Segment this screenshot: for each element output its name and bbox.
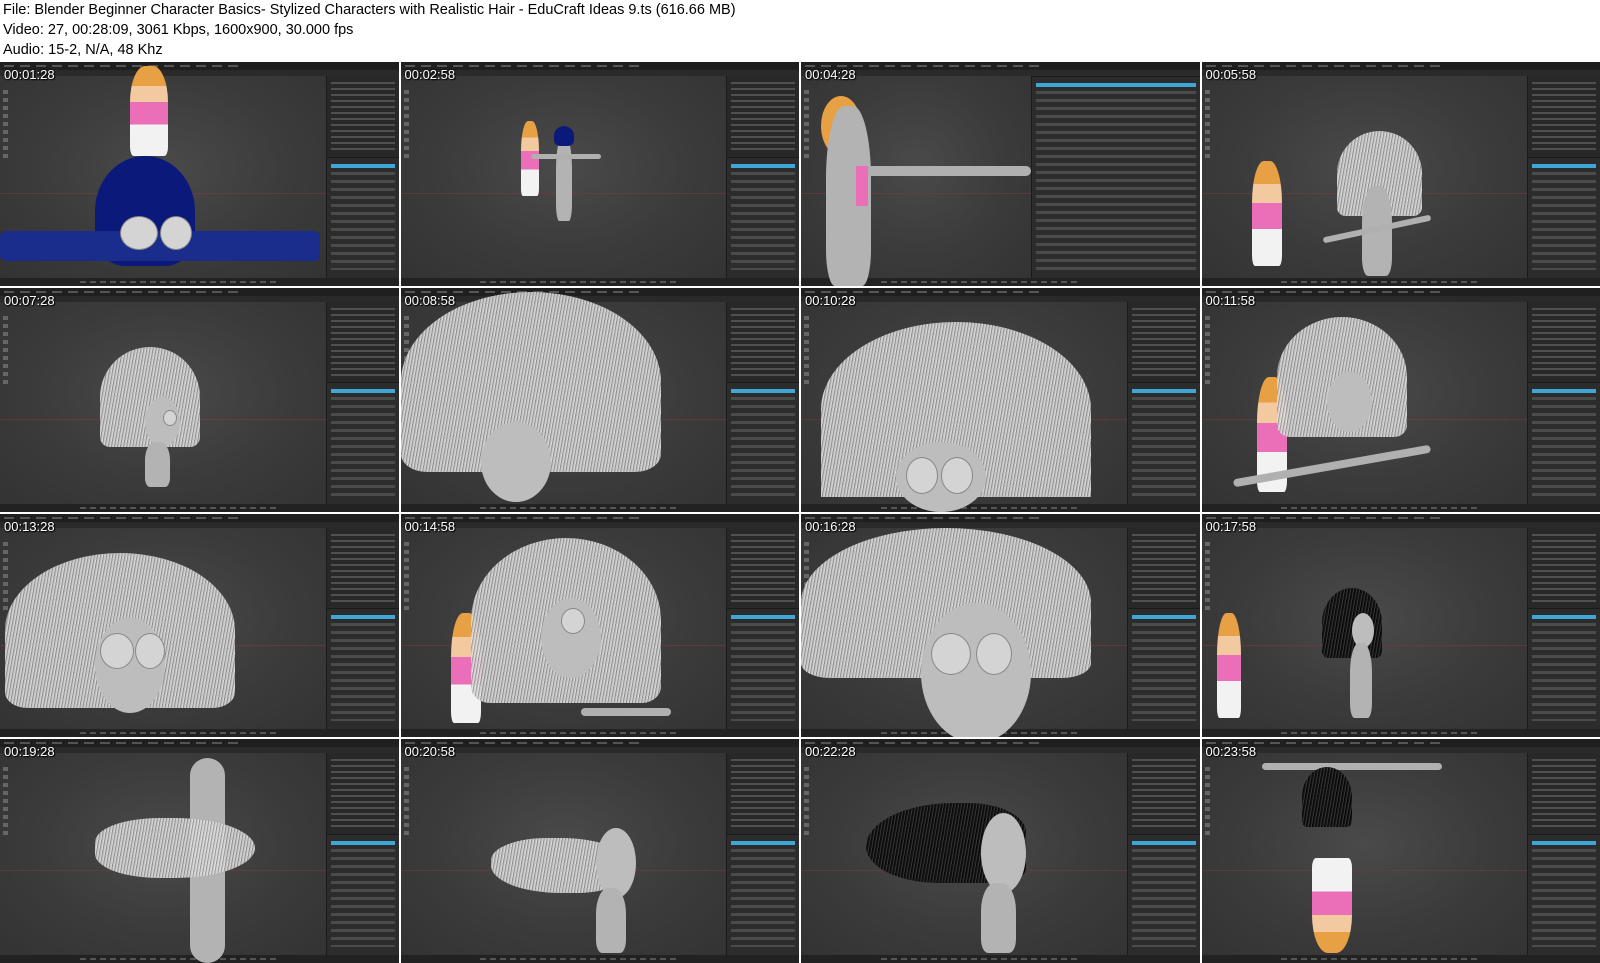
viewport[interactable] — [0, 66, 327, 278]
timestamp: 00:14:58 — [404, 518, 456, 534]
viewport[interactable] — [400, 527, 728, 730]
viewport[interactable] — [801, 301, 1128, 512]
viewport[interactable] — [801, 527, 1128, 738]
timeline-bar[interactable] — [1201, 277, 1600, 286]
thumbnail-6[interactable]: 00:08:58 — [400, 287, 799, 512]
timeline-bar[interactable] — [400, 729, 799, 738]
thumbnail-10[interactable]: 00:14:58 — [400, 513, 799, 738]
properties-panel[interactable] — [1527, 156, 1600, 278]
viewport[interactable] — [0, 301, 327, 504]
thumbnail-grid: 00:01:28 00:02:58 00:04:28 00:05:58 00:0… — [0, 62, 1600, 963]
thumbnail-7[interactable]: 00:10:28 — [801, 287, 1200, 512]
thumbnail-15[interactable]: 00:22:28 — [801, 739, 1200, 963]
timeline-bar[interactable] — [400, 277, 799, 286]
thumbnail-9[interactable]: 00:13:28 — [0, 513, 399, 738]
outliner-panel[interactable] — [1527, 76, 1600, 157]
timestamp: 00:19:28 — [4, 744, 55, 760]
thumbnail-14[interactable]: 00:20:58 — [400, 739, 799, 963]
video-info-line: Video: 27, 00:28:09, 3061 Kbps, 1600x900… — [3, 22, 354, 38]
outliner-panel[interactable] — [1527, 753, 1600, 834]
properties-panel[interactable] — [726, 156, 799, 278]
viewport[interactable] — [801, 753, 1128, 955]
timestamp: 00:23:58 — [1205, 744, 1257, 760]
properties-panel[interactable] — [325, 608, 399, 730]
properties-panel[interactable] — [1527, 608, 1600, 730]
timeline-bar[interactable] — [1201, 729, 1600, 738]
properties-panel[interactable] — [726, 833, 799, 955]
timestamp: 00:01:28 — [4, 67, 55, 82]
outliner-panel[interactable] — [325, 301, 399, 383]
timestamp: 00:02:58 — [404, 67, 456, 82]
properties-panel[interactable] — [726, 382, 799, 504]
outliner-panel[interactable] — [1126, 301, 1200, 383]
timestamp: 00:07:28 — [4, 292, 55, 308]
timeline-bar[interactable] — [0, 729, 399, 738]
viewport[interactable] — [1201, 76, 1529, 278]
timeline-bar[interactable] — [0, 277, 399, 286]
timeline-bar[interactable] — [1201, 955, 1600, 963]
properties-panel[interactable] — [1031, 76, 1200, 278]
outliner-panel[interactable] — [726, 527, 799, 609]
thumbnail-16[interactable]: 00:23:58 — [1201, 739, 1600, 963]
outliner-panel[interactable] — [726, 76, 799, 157]
properties-panel[interactable] — [726, 608, 799, 730]
viewport[interactable] — [1201, 527, 1529, 730]
timeline-bar[interactable] — [801, 955, 1200, 963]
outliner-panel[interactable] — [325, 527, 399, 609]
thumbnail-12[interactable]: 00:17:58 — [1201, 513, 1600, 738]
thumbnail-1[interactable]: 00:01:28 — [0, 62, 399, 286]
viewport[interactable] — [1201, 753, 1529, 955]
thumbnail-11[interactable]: 00:16:28 — [801, 513, 1200, 738]
viewport[interactable] — [400, 291, 728, 504]
timestamp: 00:04:28 — [805, 67, 856, 82]
thumbnail-13[interactable]: 00:19:28 — [0, 739, 399, 963]
viewport[interactable] — [1201, 301, 1529, 504]
properties-panel[interactable] — [1126, 382, 1200, 504]
timeline-bar[interactable] — [801, 503, 1200, 512]
thumbnail-5[interactable]: 00:07:28 — [0, 287, 399, 512]
outliner-panel[interactable] — [1126, 527, 1200, 609]
timestamp: 00:16:28 — [805, 518, 856, 534]
thumbnail-2[interactable]: 00:02:58 — [400, 62, 799, 286]
properties-panel[interactable] — [325, 833, 399, 955]
viewport[interactable] — [0, 527, 327, 730]
timeline-bar[interactable] — [1201, 503, 1600, 512]
timestamp: 00:08:58 — [404, 292, 456, 308]
outliner-panel[interactable] — [325, 76, 399, 157]
outliner-panel[interactable] — [1126, 753, 1200, 834]
properties-panel[interactable] — [1527, 833, 1600, 955]
timestamp: 00:10:28 — [805, 292, 856, 308]
thumbnail-4[interactable]: 00:05:58 — [1201, 62, 1600, 286]
timestamp: 00:11:58 — [1205, 292, 1256, 308]
outliner-panel[interactable] — [325, 753, 399, 834]
viewport[interactable] — [400, 76, 728, 278]
timeline-bar[interactable] — [400, 503, 799, 512]
viewport[interactable] — [400, 753, 728, 955]
timestamp: 00:17:58 — [1205, 518, 1257, 534]
timestamp: 00:13:28 — [4, 518, 55, 534]
file-name-line: File: Blender Beginner Character Basics-… — [3, 2, 736, 18]
timeline-bar[interactable] — [400, 955, 799, 963]
thumbnail-3[interactable]: 00:04:28 — [801, 62, 1200, 286]
timeline-bar[interactable] — [0, 503, 399, 512]
properties-panel[interactable] — [325, 156, 399, 278]
viewport[interactable] — [801, 76, 1033, 286]
outliner-panel[interactable] — [726, 753, 799, 834]
properties-panel[interactable] — [1126, 833, 1200, 955]
outliner-panel[interactable] — [1527, 301, 1600, 383]
thumbnail-8[interactable]: 00:11:58 — [1201, 287, 1600, 512]
properties-panel[interactable] — [325, 382, 399, 504]
properties-panel[interactable] — [1126, 608, 1200, 730]
audio-info-line: Audio: 15-2, N/A, 48 Khz — [3, 42, 163, 58]
outliner-panel[interactable] — [726, 301, 799, 383]
timestamp: 00:22:28 — [805, 744, 856, 760]
viewport[interactable] — [0, 753, 327, 963]
properties-panel[interactable] — [1527, 382, 1600, 504]
file-info-header: File: Blender Beginner Character Basics-… — [0, 0, 1600, 62]
timestamp: 00:05:58 — [1205, 67, 1257, 82]
outliner-panel[interactable] — [1527, 527, 1600, 609]
timestamp: 00:20:58 — [404, 744, 456, 760]
